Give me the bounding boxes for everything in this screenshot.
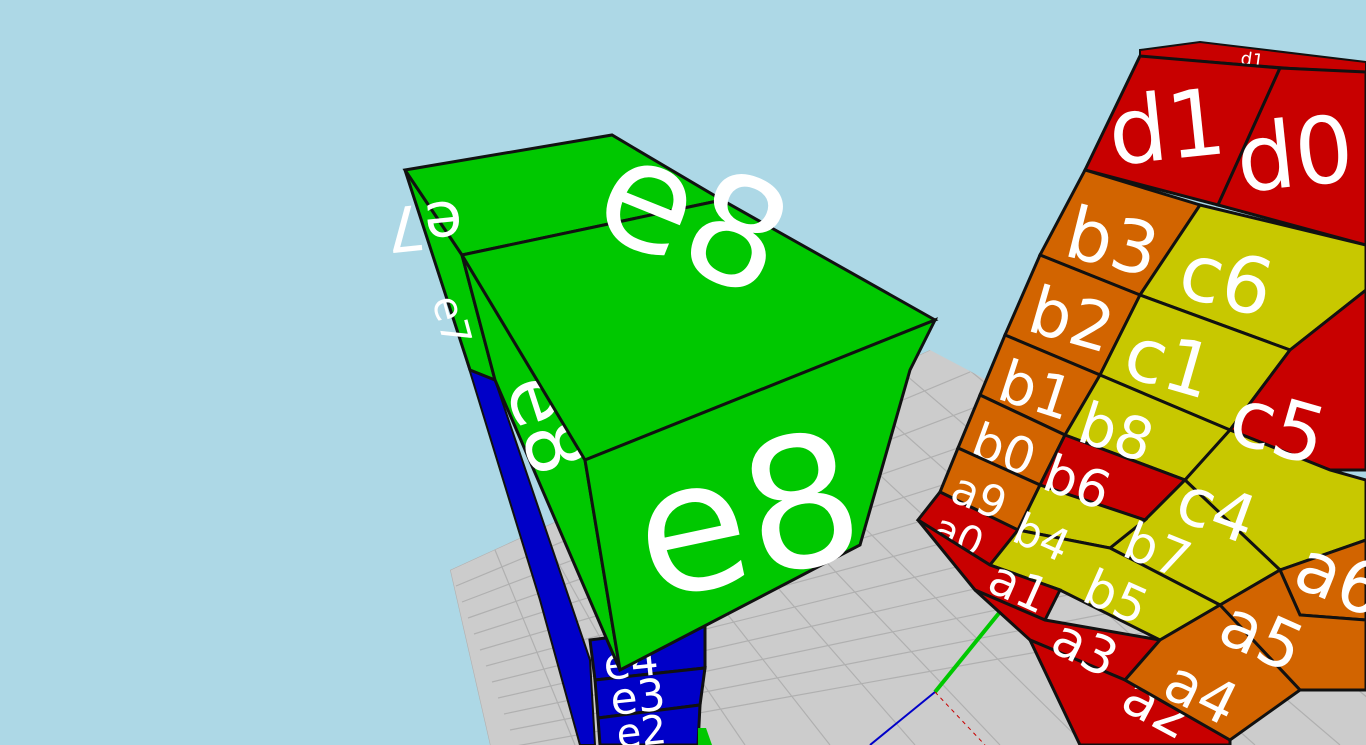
label-e2: e2	[614, 707, 669, 745]
label-d1: d1	[1103, 68, 1230, 187]
label-d0: d0	[1231, 95, 1358, 214]
label-top-e7: e7	[382, 186, 467, 267]
3d-viewport[interactable]: d1 d1 d0 b3 b2 b1 b0 a9 a0 c6 c1 c5 b8 c…	[0, 0, 1366, 745]
